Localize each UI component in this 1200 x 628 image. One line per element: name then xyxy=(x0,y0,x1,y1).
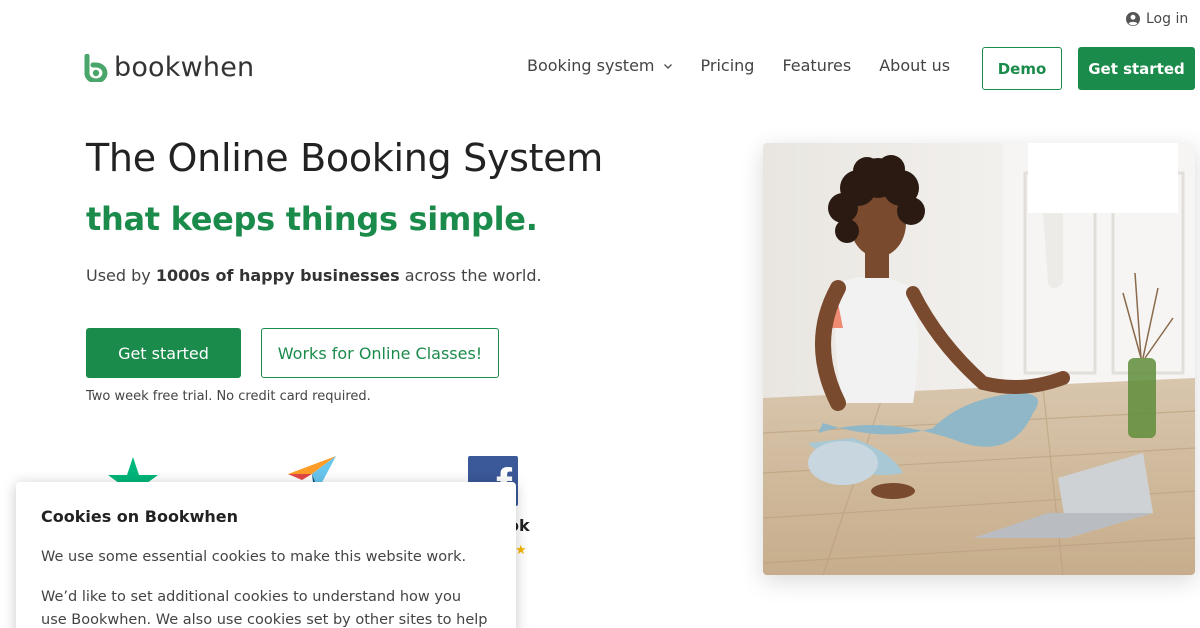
nav-features[interactable]: Features xyxy=(782,56,851,75)
login-label: Log in xyxy=(1146,11,1189,27)
online-classes-button[interactable]: Works for Online Classes! xyxy=(261,328,499,378)
hero-subtitle: that keeps things simple. xyxy=(86,200,538,238)
hero-photo xyxy=(763,143,1195,575)
user-circle-icon xyxy=(1126,12,1140,26)
used-bold: 1000s of happy businesses xyxy=(155,266,400,285)
hero-title: The Online Booking System xyxy=(86,136,604,180)
header-get-started-button[interactable]: Get started xyxy=(1078,47,1195,90)
main-nav: Booking system Pricing Features About us xyxy=(527,56,978,75)
chevron-down-icon xyxy=(663,63,672,69)
nav-booking-system-label: Booking system xyxy=(527,56,655,75)
used-suffix: across the world. xyxy=(399,266,542,285)
facebook-rating-star: ★ xyxy=(515,543,527,558)
login-link[interactable]: Log in xyxy=(1126,11,1188,27)
trial-note: Two week free trial. No credit card requ… xyxy=(86,389,371,404)
nav-about-us[interactable]: About us xyxy=(879,56,950,75)
cookie-title: Cookies on Bookwhen xyxy=(41,507,238,526)
bookwhen-logo-icon xyxy=(84,53,108,82)
woman-meditating-illustration xyxy=(763,143,1195,575)
cookie-text-essential: We use some essential cookies to make th… xyxy=(41,549,467,565)
hero-used-by: Used by 1000s of happy businesses across… xyxy=(86,266,542,285)
hero-get-started-button[interactable]: Get started xyxy=(86,328,241,378)
logo[interactable]: bookwhen xyxy=(84,52,254,83)
logo-text: bookwhen xyxy=(114,52,255,83)
cookie-text-additional: We’d like to set additional cookies to u… xyxy=(41,589,488,628)
demo-button[interactable]: Demo xyxy=(982,47,1062,90)
nav-pricing[interactable]: Pricing xyxy=(701,56,755,75)
cookie-banner: Cookies on Bookwhen We use some essentia… xyxy=(16,482,516,628)
nav-booking-system[interactable]: Booking system xyxy=(527,56,673,75)
used-prefix: Used by xyxy=(86,266,156,285)
